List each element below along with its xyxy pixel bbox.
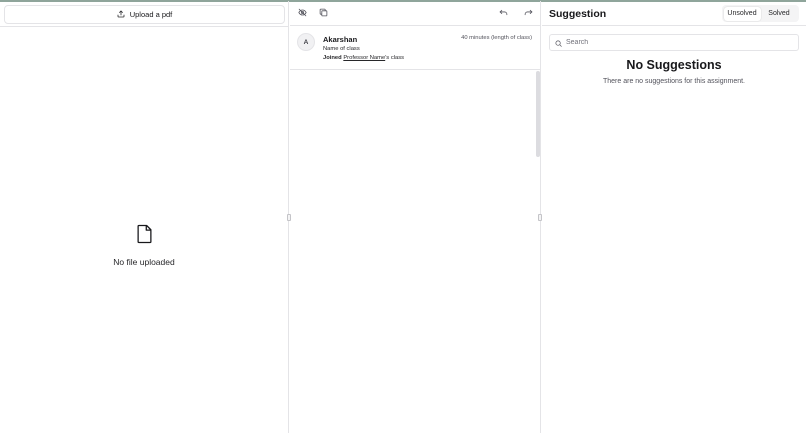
transcript-toolbar [290, 1, 540, 26]
transcript-scrollbar[interactable] [536, 71, 540, 157]
transcript-panel: A Akarshan 40 minutes (length of class) … [290, 1, 541, 433]
undo-icon [499, 4, 508, 22]
tab-solved[interactable]: Solved [761, 7, 798, 21]
search-input[interactable] [566, 39, 786, 46]
search-icon [555, 34, 562, 52]
upload-pdf-label: Upload a pdf [129, 10, 173, 19]
tab-unsolved[interactable]: Unsolved [723, 6, 761, 21]
eye-off-icon [297, 4, 307, 22]
joined-suffix: 's class [385, 55, 405, 61]
joined-prefix: Joined [323, 55, 342, 61]
copy-button[interactable] [318, 8, 328, 18]
entry-time: 40 minutes (length of class) [461, 35, 532, 41]
undo-button[interactable] [498, 8, 508, 18]
suggestion-header: Suggestion Unsolved Solved [542, 1, 806, 26]
suggestion-panel: Suggestion Unsolved Solved No Suggestion… [542, 1, 806, 433]
redo-button[interactable] [523, 8, 533, 18]
upload-icon [117, 10, 125, 20]
avatar: A [297, 33, 315, 51]
search-box [549, 34, 799, 51]
redo-icon [524, 4, 533, 22]
transcript-entry[interactable]: A Akarshan 40 minutes (length of class) … [290, 27, 540, 70]
file-icon [0, 224, 288, 249]
panel-title: Suggestion [549, 8, 607, 20]
pdf-panel: Upload a pdf No file uploaded [0, 1, 289, 433]
empty-title: No Suggestions [626, 58, 722, 72]
class-name: Name of class [323, 46, 360, 52]
upload-pdf-button[interactable]: Upload a pdf [4, 5, 285, 24]
hide-button[interactable] [297, 8, 307, 18]
author-name: Akarshan [323, 35, 358, 44]
panel-divider [0, 26, 288, 27]
copy-icon [319, 4, 328, 22]
professor-link[interactable]: Professor Name [343, 55, 385, 61]
no-file-message: No file uploaded [113, 257, 175, 267]
status-toggle: Unsolved Solved [722, 5, 799, 22]
empty-subtitle: There are no suggestions for this assign… [602, 78, 746, 85]
joined-line: Joined Professor Name's class [323, 55, 404, 61]
